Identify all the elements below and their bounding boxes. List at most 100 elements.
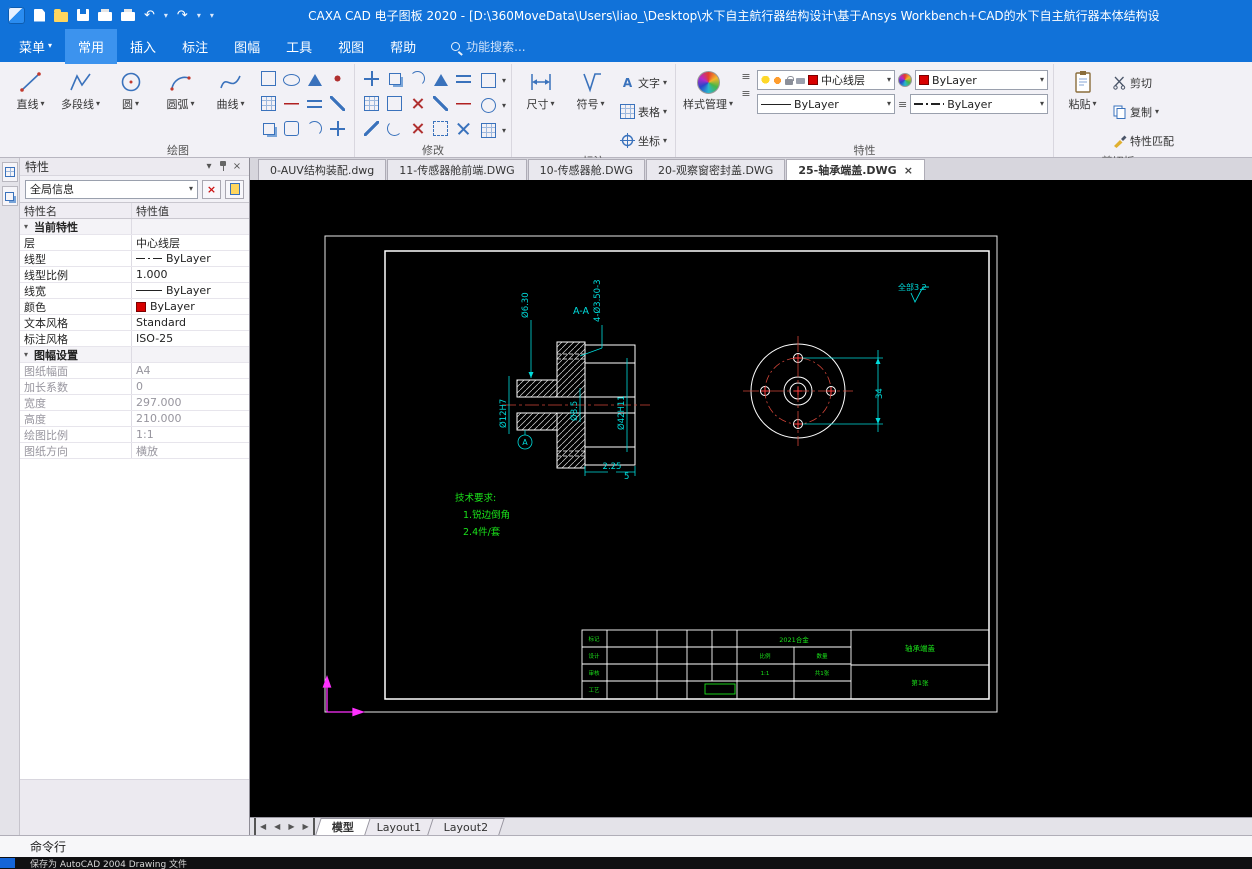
region-icon[interactable] xyxy=(281,118,302,139)
spline-button[interactable]: 曲线 ▾ xyxy=(207,66,254,113)
line-button[interactable]: 直线 ▾ xyxy=(7,66,54,113)
function-search[interactable]: 功能搜索... xyxy=(451,38,526,55)
move-icon[interactable] xyxy=(361,68,382,89)
doc-tab-3[interactable]: 20-观察窗密封盖.DWG xyxy=(645,159,786,180)
save-file-icon[interactable] xyxy=(77,9,89,21)
close-panel-icon[interactable]: × xyxy=(230,161,244,172)
offset-icon[interactable] xyxy=(453,68,474,89)
doc-tab-4-active[interactable]: 25-轴承端盖.DWG × xyxy=(786,159,925,180)
linetype-tools-icon[interactable]: ≡ xyxy=(741,87,750,100)
customize-toolbar-icon[interactable]: ▾ xyxy=(210,11,214,20)
layout2-tab[interactable]: Layout2 xyxy=(427,818,506,835)
lineweight-list-icon[interactable]: ≡ xyxy=(898,98,907,111)
open-file-icon[interactable] xyxy=(54,8,68,22)
close-tab-icon[interactable]: × xyxy=(904,165,913,176)
tab-annotate[interactable]: 标注 xyxy=(169,29,221,64)
prev-layout-icon[interactable]: ◀ xyxy=(270,818,284,835)
polyline-button[interactable]: 多段线 ▾ xyxy=(57,66,104,113)
doc-tab-1[interactable]: 11-传感器舱前端.DWG xyxy=(387,159,527,180)
tab-view[interactable]: 视图 xyxy=(325,29,377,64)
chamfer-icon[interactable] xyxy=(361,118,382,139)
new-file-icon[interactable] xyxy=(34,8,45,22)
block-icon[interactable] xyxy=(258,118,279,139)
doc-tab-2[interactable]: 10-传感器舱.DWG xyxy=(527,159,645,180)
array-icon[interactable] xyxy=(361,93,382,114)
chevron-down-icon[interactable]: ▾ xyxy=(502,126,506,135)
doc-tab-0[interactable]: 0-AUV结构装配.dwg xyxy=(258,159,387,180)
lineweight-combo[interactable]: ByLayer ▾ xyxy=(910,94,1049,114)
erase-icon[interactable] xyxy=(430,118,451,139)
explode-icon[interactable] xyxy=(407,118,428,139)
property-row-height[interactable]: 高度 210.000 xyxy=(20,411,249,427)
ray-icon[interactable] xyxy=(327,93,348,114)
property-row-textstyle[interactable]: 文本风格 Standard xyxy=(20,315,249,331)
table-tool[interactable]: 表格 ▾ xyxy=(617,99,670,124)
stretch-icon[interactable] xyxy=(452,117,475,140)
layer-tools-icon[interactable]: ≡ xyxy=(741,70,750,83)
layout1-tab[interactable]: Layout1 xyxy=(359,818,438,835)
property-row-extension[interactable]: 加长系数 0 xyxy=(20,379,249,395)
cut-button[interactable]: 剪切 xyxy=(1109,70,1177,95)
edit-hatch-icon[interactable] xyxy=(478,120,499,141)
fillet-icon[interactable] xyxy=(384,118,405,139)
layer-combo[interactable]: 中心线层 ▾ xyxy=(757,70,896,90)
command-line[interactable]: 命令行 xyxy=(0,835,1252,857)
chevron-down-icon[interactable]: ▾ xyxy=(502,101,506,110)
redo-dropdown-icon[interactable]: ▾ xyxy=(197,11,201,20)
undo-icon[interactable]: ↶ xyxy=(144,9,155,22)
tab-help[interactable]: 帮助 xyxy=(377,29,429,64)
point-icon[interactable] xyxy=(327,68,348,89)
print-icon[interactable] xyxy=(98,9,112,21)
arc-button[interactable]: 圆弧 ▾ xyxy=(157,66,204,113)
copy-button[interactable]: 复制 ▾ xyxy=(1109,99,1177,124)
break-icon[interactable] xyxy=(453,93,474,114)
drawing-canvas[interactable]: A-A Ø6.30 4-Ø3.50-3 Ø12H7 Ø8.5 Ø42H11 2.… xyxy=(250,180,1252,817)
mirror-icon[interactable] xyxy=(430,68,451,89)
tab-insert[interactable]: 插入 xyxy=(117,29,169,64)
next-layout-icon[interactable]: ▶ xyxy=(284,818,298,835)
first-layout-icon[interactable]: ◀ xyxy=(254,818,270,835)
tab-sheet[interactable]: 图幅 xyxy=(221,29,273,64)
circle-button[interactable]: 圆 ▾ xyxy=(107,66,154,113)
copy-object-icon[interactable] xyxy=(384,68,405,89)
text-tool[interactable]: A 文字 ▾ xyxy=(617,70,670,95)
cloud-icon[interactable] xyxy=(304,118,325,139)
edit-spline-icon[interactable] xyxy=(478,95,499,116)
tab-tools[interactable]: 工具 xyxy=(273,29,325,64)
property-row-dimstyle[interactable]: 标注风格 ISO-25 xyxy=(20,331,249,347)
property-row-orientation[interactable]: 图纸方向 横放 xyxy=(20,443,249,459)
color-combo[interactable]: ByLayer ▾ xyxy=(915,70,1049,90)
quick-select-button[interactable] xyxy=(225,179,244,199)
properties-panel-tab[interactable] xyxy=(1,162,18,182)
last-layout-icon[interactable]: ▶ xyxy=(298,818,315,835)
scale-icon[interactable] xyxy=(384,93,405,114)
tab-common[interactable]: 常用 xyxy=(65,28,118,64)
property-group-row[interactable]: ▾ 图幅设置 xyxy=(20,347,249,363)
polygon-icon[interactable] xyxy=(304,68,325,89)
property-group-row[interactable]: ▾ 当前特性 xyxy=(20,219,249,235)
match-properties-button[interactable]: 特性匹配 xyxy=(1109,128,1177,153)
menu-button[interactable]: 菜单 ▾ xyxy=(6,29,65,64)
undo-dropdown-icon[interactable]: ▾ xyxy=(164,11,168,20)
trim-icon[interactable] xyxy=(407,93,428,114)
property-row-width[interactable]: 宽度 297.000 xyxy=(20,395,249,411)
coordinate-tool[interactable]: 坐标 ▾ xyxy=(617,128,670,153)
redo-icon[interactable]: ↷ xyxy=(177,9,188,22)
chevron-down-icon[interactable]: ▾ xyxy=(502,76,506,85)
property-row-linetype[interactable]: 线型 ByLayer xyxy=(20,251,249,267)
edit-polyline-icon[interactable] xyxy=(478,70,499,91)
ellipse-icon[interactable] xyxy=(281,68,302,89)
library-panel-tab[interactable] xyxy=(1,186,18,206)
dimension-button[interactable]: 尺寸 ▾ xyxy=(517,66,564,113)
property-row-layer[interactable]: 层中心线层 xyxy=(20,235,249,251)
clear-selection-button[interactable]: × xyxy=(202,179,221,199)
style-manager-button[interactable]: 样式管理 ▾ xyxy=(681,66,735,113)
parallel-lines-icon[interactable] xyxy=(304,93,325,114)
model-tab[interactable]: 模型 xyxy=(314,818,371,835)
linetype-combo[interactable]: ByLayer ▾ xyxy=(757,94,896,114)
symbol-button[interactable]: 符号 ▾ xyxy=(567,66,614,113)
property-row-papersize[interactable]: 图纸幅面 A4 xyxy=(20,363,249,379)
property-row-scale[interactable]: 绘图比例 1:1 xyxy=(20,427,249,443)
axis-line-icon[interactable] xyxy=(281,93,302,114)
panel-menu-icon[interactable]: ▾ xyxy=(202,161,216,172)
